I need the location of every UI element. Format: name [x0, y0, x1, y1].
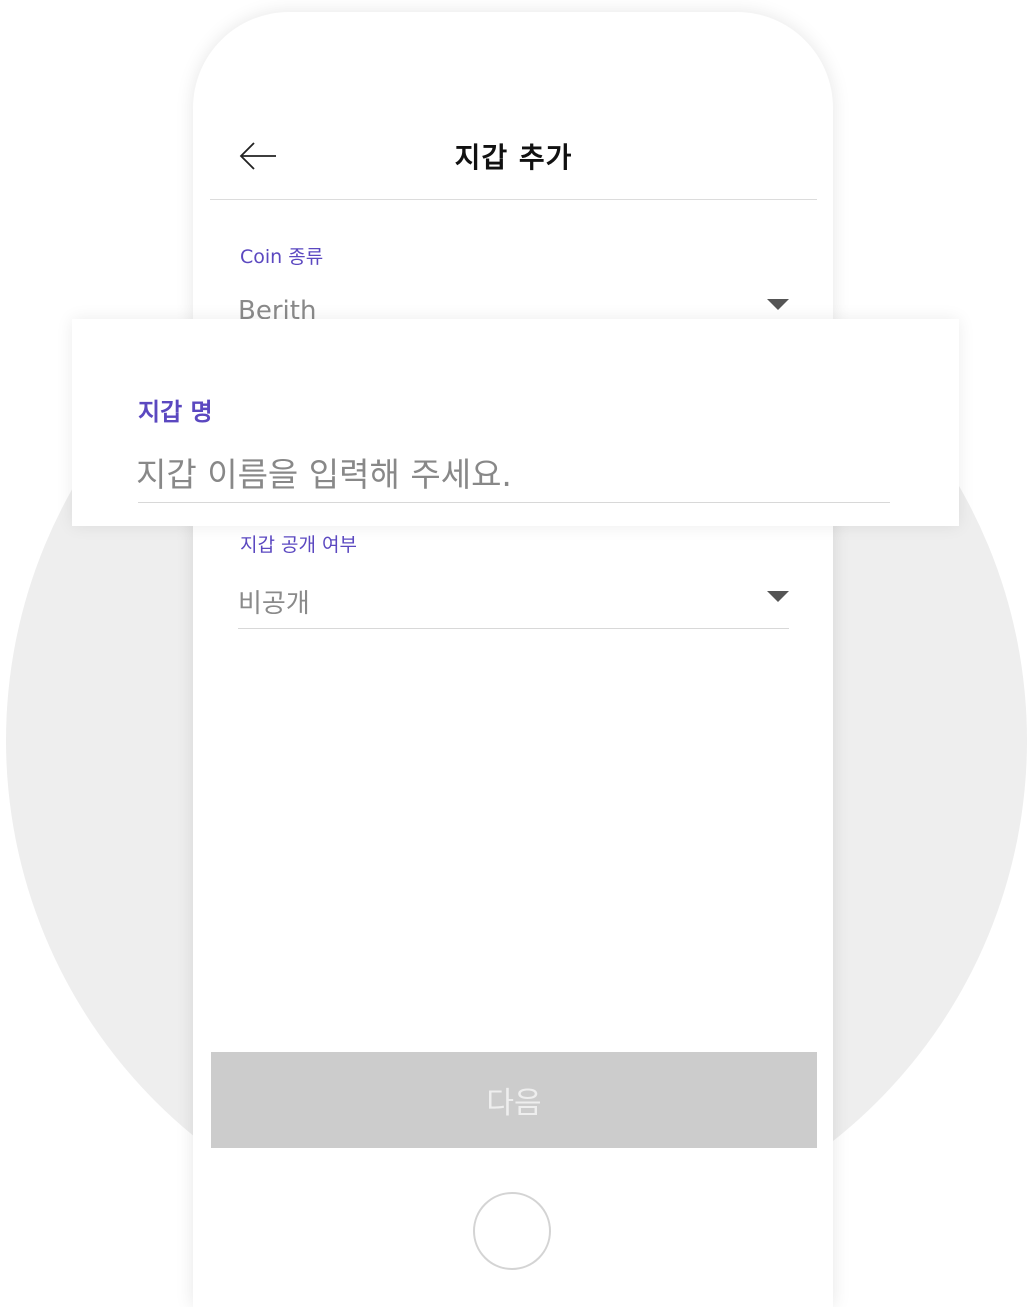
wallet-visibility-underline: [238, 628, 789, 629]
wallet-visibility-dropdown-icon[interactable]: [767, 591, 789, 602]
page-title: 지갑 추가: [454, 141, 573, 174]
next-button[interactable]: 다음: [211, 1052, 817, 1148]
coin-type-dropdown-icon[interactable]: [767, 299, 789, 310]
wallet-visibility-value[interactable]: 비공개: [238, 583, 310, 620]
coin-type-label: Coin 종류: [240, 246, 324, 268]
home-button[interactable]: [473, 1192, 551, 1270]
app-header: 지갑 추가: [210, 110, 817, 200]
wallet-name-input[interactable]: [136, 448, 890, 500]
wallet-name-underline: [138, 502, 890, 503]
wallet-name-label: 지갑 명: [138, 398, 213, 426]
wallet-visibility-label: 지갑 공개 여부: [240, 534, 357, 556]
